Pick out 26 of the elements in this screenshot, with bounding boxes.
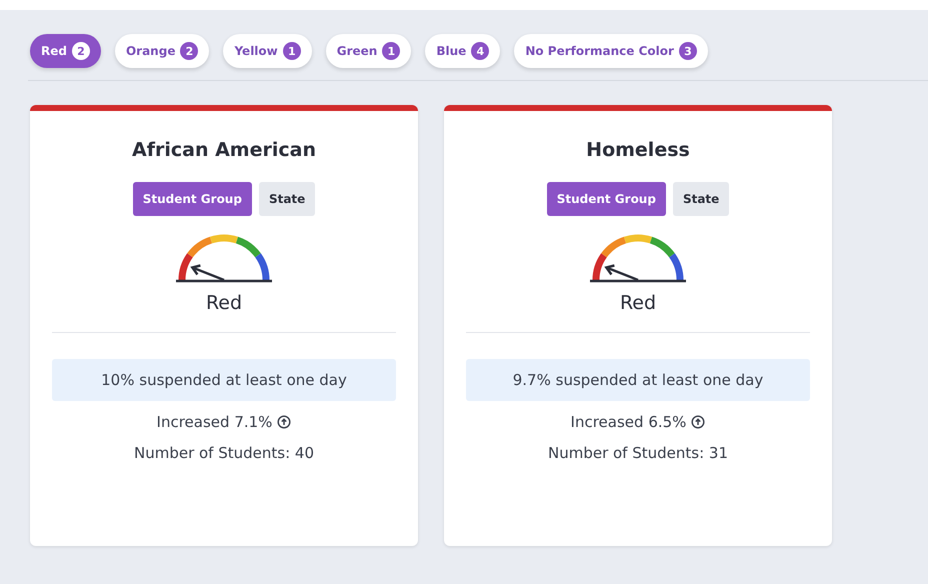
card-title: African American bbox=[132, 139, 316, 161]
count-badge: 2 bbox=[180, 42, 198, 60]
filter-chip[interactable]: Blue 4 bbox=[425, 34, 500, 68]
count-badge: 3 bbox=[678, 42, 697, 60]
filter-chip[interactable]: Green 1 bbox=[326, 34, 412, 68]
view-tab[interactable]: Student Group bbox=[546, 182, 666, 216]
filter-chip[interactable]: Yellow 1 bbox=[223, 34, 312, 68]
students-count: Number of Students: 31 bbox=[548, 444, 728, 462]
count-badge: 2 bbox=[72, 42, 90, 60]
card-title: Homeless bbox=[586, 139, 690, 161]
filter-chip[interactable]: Orange 2 bbox=[114, 34, 210, 68]
rating-label: Red bbox=[620, 292, 656, 314]
result-banner: 10% suspended at least one day bbox=[52, 359, 396, 401]
result-banner: 9.7% suspended at least one day bbox=[466, 359, 810, 401]
count-badge: 1 bbox=[382, 42, 400, 60]
count-badge: 1 bbox=[282, 42, 301, 60]
change-text: Increased 7.1% bbox=[156, 413, 272, 431]
filter-chip[interactable]: No Performance Color 3 bbox=[514, 34, 708, 68]
view-tab[interactable]: Student Group bbox=[132, 182, 252, 216]
filter-chip[interactable]: Red 2 bbox=[30, 34, 101, 68]
count-badge: 4 bbox=[471, 42, 490, 60]
students-count: Number of Students: 40 bbox=[134, 444, 314, 462]
view-tab[interactable]: State bbox=[258, 182, 316, 216]
view-tab[interactable]: State bbox=[672, 182, 730, 216]
change-text: Increased 6.5% bbox=[570, 413, 686, 431]
rating-label: Red bbox=[206, 292, 242, 314]
